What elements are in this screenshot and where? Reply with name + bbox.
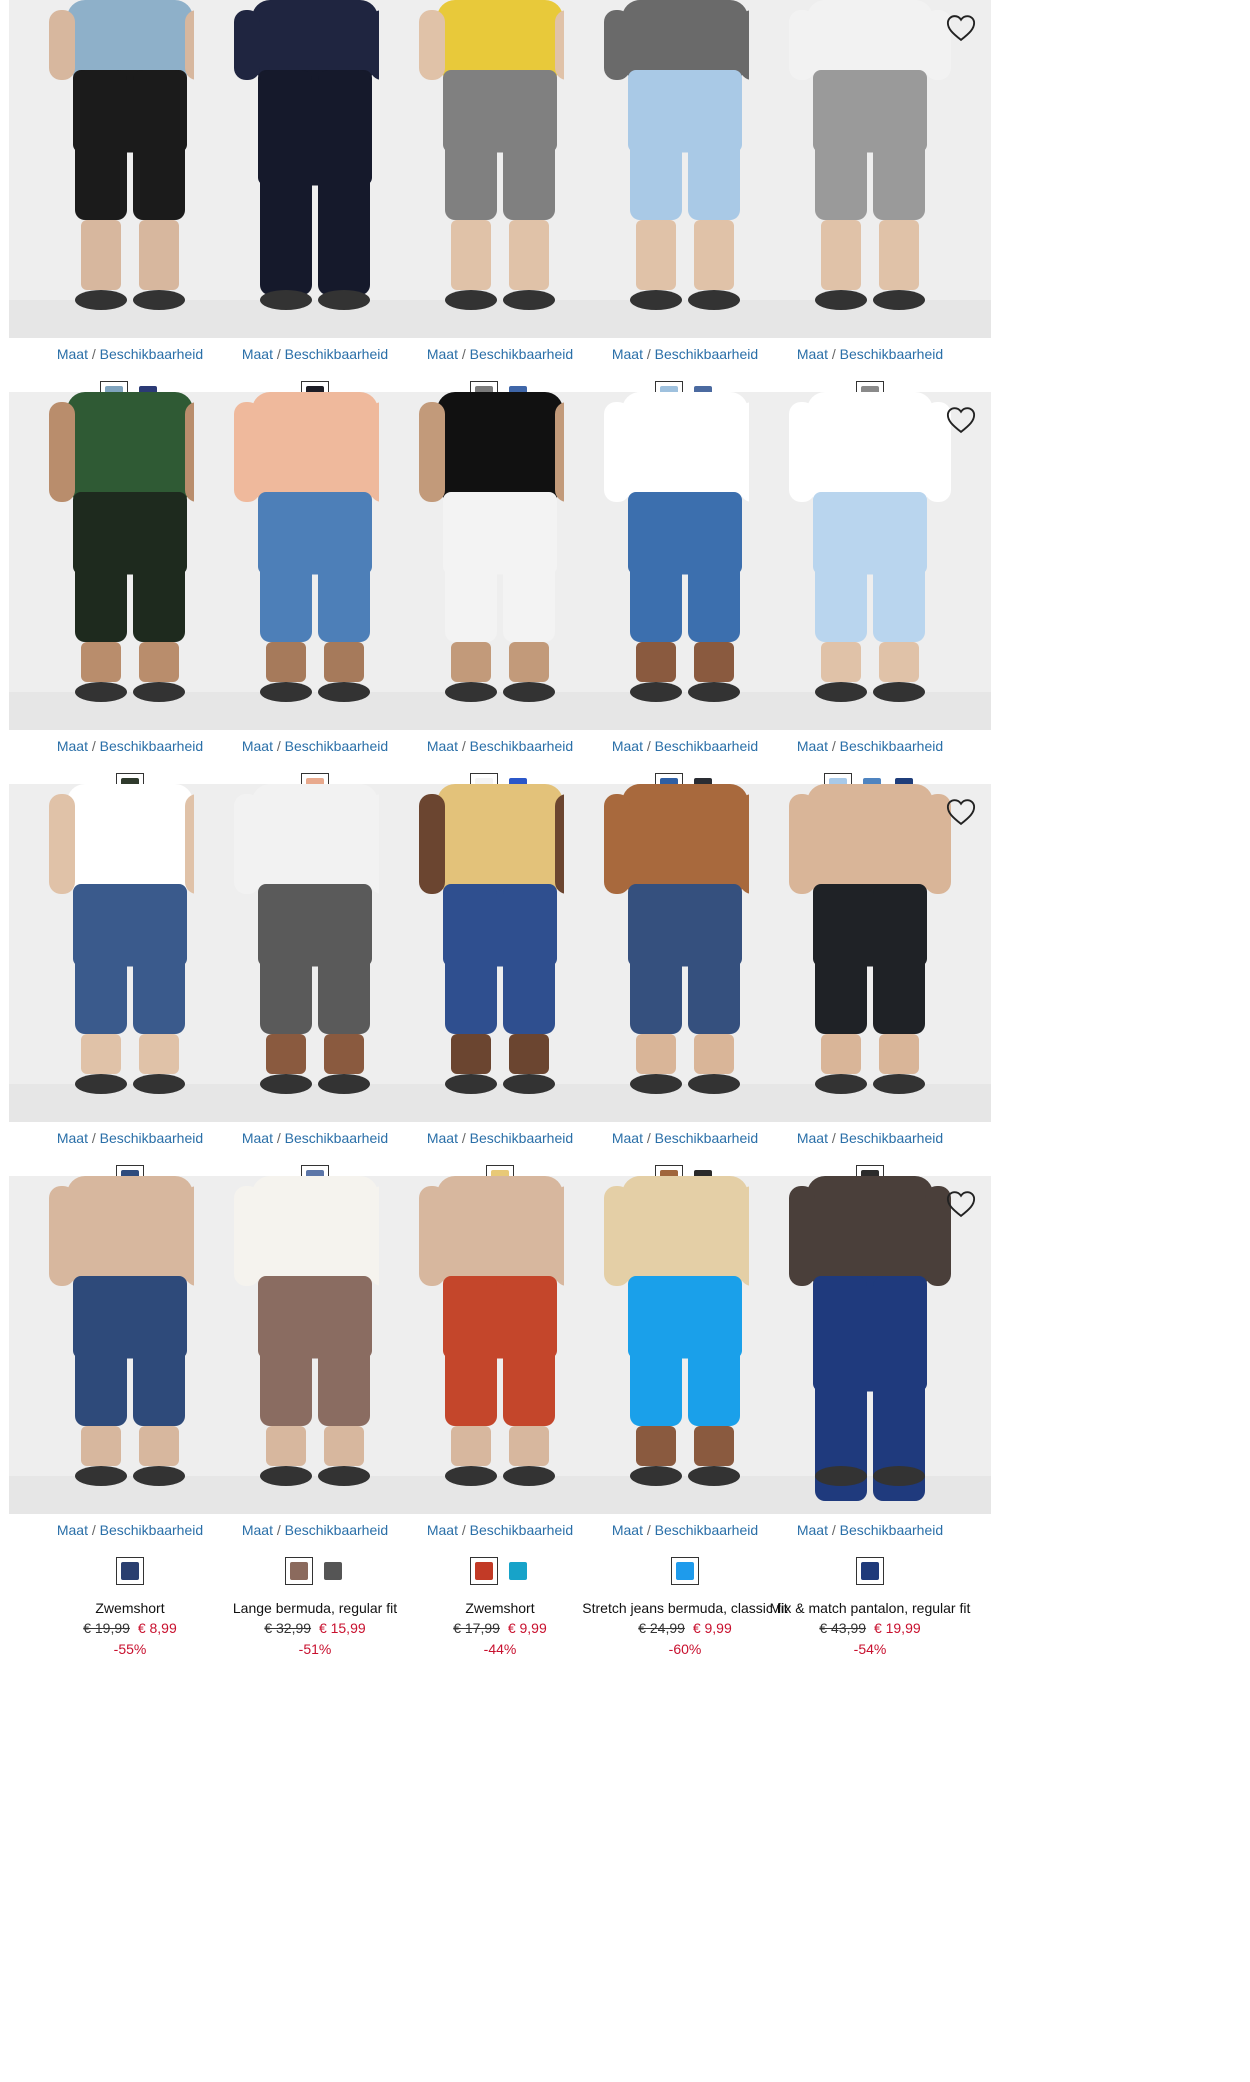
product-image[interactable] [749,0,991,338]
sale-price: € 19,99 [873,1620,921,1636]
maat-label: Maat [56,1130,88,1146]
product-card[interactable]: Maat / Beschikbaarheid Mix & match panta… [749,1176,991,1676]
separator: / [461,738,466,754]
color-swatch[interactable] [856,1557,884,1585]
separator: / [831,1522,836,1538]
separator: / [276,738,281,754]
availability-label: Beschikbaarheid [839,1522,944,1538]
availability-label: Beschikbaarheid [99,1130,204,1146]
color-swatch[interactable] [116,1557,144,1585]
availability-label: Beschikbaarheid [284,738,389,754]
wishlist-heart-icon[interactable] [943,1186,979,1222]
separator: / [646,738,651,754]
availability-label: Beschikbaarheid [469,738,574,754]
maat-label: Maat [796,1522,828,1538]
color-swatches [749,1557,991,1585]
product-grid: Maat / Beschikbaarheid Fijn gebreide sch… [0,0,1250,2082]
separator: / [276,1130,281,1146]
availability-label: Beschikbaarheid [839,346,944,362]
maat-label: Maat [796,1130,828,1146]
separator: / [276,1522,281,1538]
separator: / [646,1130,651,1146]
maat-label: Maat [241,346,273,362]
original-price: € 32,99 [264,1620,312,1636]
separator: / [91,738,96,754]
sale-price: € 8,99 [137,1620,177,1636]
product-photo-drawing [749,0,991,338]
maat-label: Maat [426,346,458,362]
product-image[interactable] [749,1176,991,1514]
maat-label: Maat [426,738,458,754]
original-price: € 24,99 [638,1620,685,1636]
product-title[interactable]: Mix & match pantalon, regular fit [747,1600,993,1616]
product-photo-drawing [749,392,991,730]
maat-label: Maat [56,738,88,754]
separator: / [276,346,281,362]
separator: / [831,346,836,362]
product-photo-drawing [749,1176,991,1514]
separator: / [91,346,96,362]
color-swatch[interactable] [321,1559,345,1583]
maat-label: Maat [56,346,88,362]
color-swatch[interactable] [506,1559,530,1583]
availability-label: Beschikbaarheid [284,1130,389,1146]
separator: / [461,1130,466,1146]
maat-label: Maat [796,346,828,362]
separator: / [831,1130,836,1146]
availability-label: Beschikbaarheid [284,1522,389,1538]
separator: / [91,1130,96,1146]
wishlist-heart-icon[interactable] [943,10,979,46]
availability-label: Beschikbaarheid [654,1522,759,1538]
color-swatch[interactable] [671,1557,699,1585]
maat-label: Maat [426,1522,458,1538]
original-price: € 17,99 [453,1620,500,1636]
product-photo-drawing [749,784,991,1122]
maat-label: Maat [56,1522,88,1538]
size-availability-link[interactable]: Maat / Beschikbaarheid [749,1522,991,1538]
maat-label: Maat [426,1130,458,1146]
size-availability-link[interactable]: Maat / Beschikbaarheid [749,1130,991,1146]
original-price: € 43,99 [819,1620,867,1636]
separator: / [646,1522,651,1538]
maat-label: Maat [611,1130,643,1146]
maat-label: Maat [241,1130,273,1146]
maat-label: Maat [611,346,643,362]
sale-price: € 9,99 [692,1620,732,1636]
sale-price: € 9,99 [507,1620,547,1636]
separator: / [461,1522,466,1538]
availability-label: Beschikbaarheid [284,346,389,362]
maat-label: Maat [241,1522,273,1538]
color-swatch[interactable] [470,1557,498,1585]
availability-label: Beschikbaarheid [99,1522,204,1538]
availability-label: Beschikbaarheid [654,738,759,754]
product-image[interactable] [749,392,991,730]
wishlist-heart-icon[interactable] [943,402,979,438]
size-availability-link[interactable]: Maat / Beschikbaarheid [749,738,991,754]
availability-label: Beschikbaarheid [469,1522,574,1538]
availability-label: Beschikbaarheid [654,1130,759,1146]
availability-label: Beschikbaarheid [839,738,944,754]
sale-price: € 15,99 [318,1620,366,1636]
separator: / [831,738,836,754]
size-availability-link[interactable]: Maat / Beschikbaarheid [749,346,991,362]
availability-label: Beschikbaarheid [654,346,759,362]
availability-label: Beschikbaarheid [99,346,204,362]
discount-badge: -54% [853,1641,887,1657]
maat-label: Maat [796,738,828,754]
maat-label: Maat [611,738,643,754]
maat-label: Maat [611,1522,643,1538]
availability-label: Beschikbaarheid [839,1130,944,1146]
product-image[interactable] [749,784,991,1122]
availability-label: Beschikbaarheid [469,346,574,362]
availability-label: Beschikbaarheid [99,738,204,754]
availability-label: Beschikbaarheid [469,1130,574,1146]
wishlist-heart-icon[interactable] [943,794,979,830]
separator: / [646,346,651,362]
color-swatch[interactable] [285,1557,313,1585]
original-price: € 19,99 [83,1620,130,1636]
product-price: € 43,99 € 19,99 [749,1620,991,1636]
maat-label: Maat [241,738,273,754]
separator: / [461,346,466,362]
separator: / [91,1522,96,1538]
